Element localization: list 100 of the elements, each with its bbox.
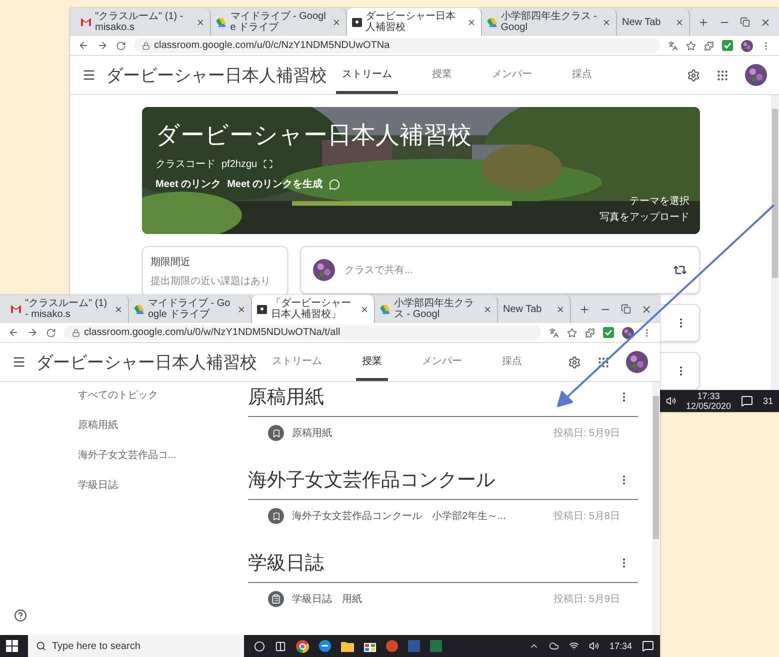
clipboard-icon (268, 591, 284, 607)
class-title: ダービーシャー日本人補習校 (156, 121, 472, 151)
windows-icon[interactable] (6, 640, 18, 652)
material-title[interactable]: 学級日誌 用紙 (292, 592, 546, 606)
check-icon[interactable] (603, 327, 614, 338)
share-card[interactable]: クラスで共有... (300, 246, 700, 294)
reload-icon[interactable] (116, 40, 126, 50)
browser-tab[interactable]: 小学部四年生クラス - Googl (482, 8, 617, 36)
network-icon[interactable] (569, 641, 580, 651)
extension-icon[interactable] (704, 40, 714, 50)
topic-link[interactable]: 原稿用紙 (78, 418, 248, 432)
browser-tab[interactable]: New Tab (498, 295, 571, 323)
topic-link[interactable]: すべてのトピック (78, 388, 248, 402)
star-icon[interactable] (567, 328, 577, 338)
class-code: pf2hzgu (222, 158, 258, 170)
nav-tab[interactable]: 採点 (566, 56, 598, 94)
star-icon[interactable] (686, 40, 696, 50)
board-icon (352, 18, 362, 26)
close-icon[interactable] (556, 304, 565, 314)
search-field[interactable]: Type here to search (28, 635, 244, 657)
avatar-icon[interactable] (312, 259, 334, 281)
notification-icon[interactable] (740, 395, 753, 407)
translate-icon[interactable] (668, 40, 678, 50)
cloud-icon[interactable] (549, 641, 560, 651)
lock-icon (142, 42, 150, 50)
avatar-icon[interactable] (741, 40, 753, 52)
nav-tab[interactable]: メンバー (416, 343, 468, 381)
apps-grid-icon[interactable] (716, 68, 729, 82)
upload-link[interactable]: 写真をアップロード (600, 210, 690, 224)
bookmark-icon (268, 508, 284, 524)
topic-link[interactable]: 海外子女文芸作品コ... (78, 448, 248, 462)
settings-icon[interactable] (687, 68, 700, 82)
back-icon[interactable] (8, 327, 19, 338)
powerpoint-icon[interactable] (386, 640, 398, 652)
browser-tab[interactable]: "クラスルーム" (1) - misako.s (6, 295, 129, 323)
new-tab-icon[interactable] (579, 304, 590, 314)
check-icon[interactable] (722, 40, 733, 51)
nav-tab[interactable]: ストリーム (336, 56, 398, 94)
new-tab-icon[interactable] (698, 16, 709, 28)
material-title[interactable]: 原稿用紙 (292, 426, 546, 440)
close-icon[interactable] (483, 304, 492, 314)
close-icon[interactable] (114, 304, 123, 314)
triangle-icon (486, 18, 497, 26)
topic-link[interactable]: 学級日誌 (78, 478, 248, 492)
close-icon[interactable] (602, 18, 611, 26)
browser-tab[interactable]: New Tab (617, 8, 690, 36)
close-icon[interactable] (641, 304, 652, 314)
fullscreen-icon[interactable] (263, 159, 274, 169)
help-icon[interactable] (14, 609, 27, 622)
browser-tab[interactable]: "クラスルーム" (1) - misako.s (76, 8, 212, 36)
back-icon[interactable] (78, 40, 89, 51)
forward-icon[interactable] (27, 327, 38, 338)
browser-tab[interactable]: ダービーシャー日本人補習校 (346, 8, 482, 36)
nav-tab[interactable]: 採点 (496, 343, 528, 381)
forward-icon[interactable] (97, 40, 108, 51)
scrollbar[interactable] (652, 382, 660, 635)
address-bar[interactable]: classroom.google.com/u/0/c/NzY1NDM5NDUwOTNa (134, 38, 660, 53)
browser-tab[interactable]: マイドライブ - Google ドライブ (211, 8, 346, 36)
translate-icon[interactable] (549, 328, 559, 338)
repost-icon[interactable] (672, 263, 686, 277)
task-view-icon[interactable] (275, 640, 286, 652)
close-icon[interactable] (466, 18, 476, 26)
notification-icon[interactable] (642, 640, 654, 652)
restore-icon[interactable] (740, 17, 750, 27)
nav-tab[interactable]: 授業 (356, 343, 388, 381)
close-icon[interactable] (760, 16, 771, 28)
card-title: 期限間近 (150, 256, 192, 269)
close-icon[interactable] (237, 304, 246, 314)
address-bar[interactable]: classroom.google.com/u/0/w/NzY1NDM5NDUwOTNa/t/all (64, 325, 541, 340)
close-icon[interactable] (332, 18, 340, 26)
cortana-icon[interactable] (254, 640, 265, 652)
avatar-icon[interactable] (745, 64, 767, 86)
browser-tab[interactable]: 「ダービーシャー日本人補習校」 (252, 295, 375, 323)
edge-icon[interactable] (319, 640, 331, 652)
extension-icon[interactable] (585, 328, 595, 338)
browser-tab[interactable]: 小学部四年生クラス - Googl (375, 295, 498, 323)
menu-icon[interactable] (82, 68, 96, 82)
avatar-icon[interactable] (622, 326, 634, 338)
nav-tab[interactable]: メンバー (486, 56, 538, 94)
material-title[interactable]: 海外子女文芸作品コンクール 小学部2年生～... (292, 509, 546, 523)
volume-icon[interactable] (666, 396, 676, 406)
meet-link[interactable]: Meet のリンクを生成 (227, 177, 323, 191)
close-icon[interactable] (196, 18, 206, 26)
nav-tab[interactable]: 授業 (426, 56, 458, 94)
scrollbar[interactable] (771, 95, 779, 390)
volume-icon[interactable] (589, 641, 600, 651)
class-title: ダービーシャー日本人補習校 (106, 64, 328, 86)
avatar-icon[interactable] (626, 351, 648, 373)
restore-icon[interactable] (621, 304, 631, 314)
close-icon[interactable] (675, 18, 684, 26)
reload-icon[interactable] (46, 328, 56, 338)
nav-tab[interactable]: ストリーム (266, 343, 328, 381)
share-placeholder: クラスで共有... (344, 264, 414, 277)
close-icon[interactable] (360, 304, 369, 314)
store-icon[interactable] (364, 640, 376, 652)
theme-link[interactable]: テーマを選択 (630, 194, 690, 208)
settings-icon[interactable] (568, 356, 581, 368)
chrome-icon[interactable] (296, 640, 309, 652)
folder-icon[interactable] (341, 640, 354, 652)
menu-icon[interactable] (12, 355, 26, 369)
